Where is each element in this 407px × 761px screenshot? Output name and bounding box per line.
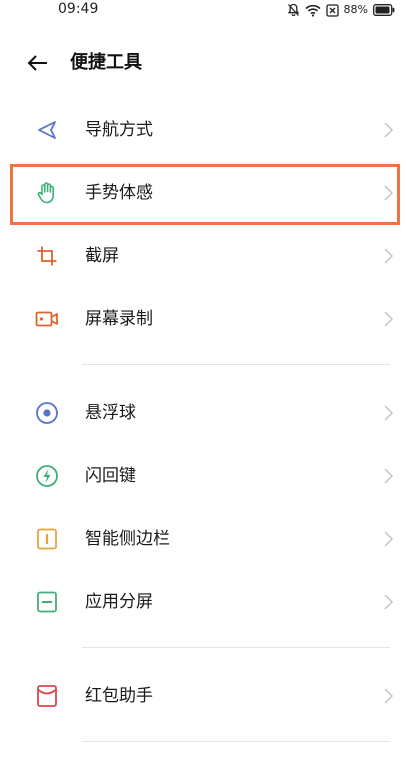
flash-back-icon <box>35 464 59 488</box>
chevron-right-icon <box>384 405 394 421</box>
header: 便捷工具 <box>0 40 407 86</box>
list-item-label: 导航方式 <box>85 120 153 140</box>
chevron-right-icon <box>384 122 394 138</box>
list-item-flash-back[interactable]: 闪回键 <box>10 447 400 505</box>
list-item-label: 闪回键 <box>85 466 136 486</box>
split-screen-icon <box>35 590 59 614</box>
list-item-floating-ball[interactable]: 悬浮球 <box>10 384 400 442</box>
list-item-label: 应用分屏 <box>85 592 153 612</box>
list-item-label: 屏幕录制 <box>85 309 153 329</box>
list-item-red-envelope[interactable]: 红包助手 <box>10 667 400 725</box>
battery-percent: 88% <box>343 3 368 16</box>
status-time: 09:49 <box>58 1 99 17</box>
list-item-screenshot[interactable]: 截屏 <box>10 227 400 285</box>
floating-ball-icon <box>35 401 59 425</box>
hand-gesture-icon <box>35 181 59 205</box>
chevron-right-icon <box>384 311 394 327</box>
chevron-right-icon <box>384 688 394 704</box>
back-button[interactable] <box>24 49 52 77</box>
chevron-right-icon <box>384 594 394 610</box>
list-item-label: 红包助手 <box>85 686 153 706</box>
list-item-label: 截屏 <box>85 246 119 266</box>
battery-icon <box>373 4 395 16</box>
red-envelope-icon <box>35 684 59 708</box>
sim-x-icon <box>325 3 339 17</box>
list-item-split-screen[interactable]: 应用分屏 <box>10 573 400 631</box>
section-divider <box>82 364 390 365</box>
video-record-icon <box>35 307 59 331</box>
list-item-navigation-mode[interactable]: 导航方式 <box>10 101 400 159</box>
list-item-label: 智能侧边栏 <box>85 529 170 549</box>
status-bar: 09:49 88% <box>0 0 407 22</box>
section-divider <box>82 741 390 742</box>
section-divider <box>82 647 390 648</box>
chevron-right-icon <box>384 468 394 484</box>
screen: 09:49 88% 便捷工具 导航方式 手势体感 截屏 屏幕录制 悬浮球 闪回键… <box>0 0 407 761</box>
navigation-triangle-icon <box>35 118 59 142</box>
list-item-screen-record[interactable]: 屏幕录制 <box>10 290 400 348</box>
mute-bell-icon <box>287 3 300 17</box>
chevron-right-icon <box>384 248 394 264</box>
status-icons: 88% <box>287 2 395 18</box>
list-item-smart-sidebar[interactable]: 智能侧边栏 <box>10 510 400 568</box>
chevron-right-icon <box>384 185 394 201</box>
wifi-icon <box>304 4 321 17</box>
list-item-gesture-motion[interactable]: 手势体感 <box>10 164 400 225</box>
arrow-left-icon <box>27 54 49 72</box>
chevron-right-icon <box>384 531 394 547</box>
list-item-label: 悬浮球 <box>85 403 136 423</box>
smart-sidebar-icon <box>35 527 59 551</box>
crop-screenshot-icon <box>35 244 59 268</box>
list-item-label: 手势体感 <box>85 183 153 203</box>
page-title: 便捷工具 <box>70 52 142 73</box>
